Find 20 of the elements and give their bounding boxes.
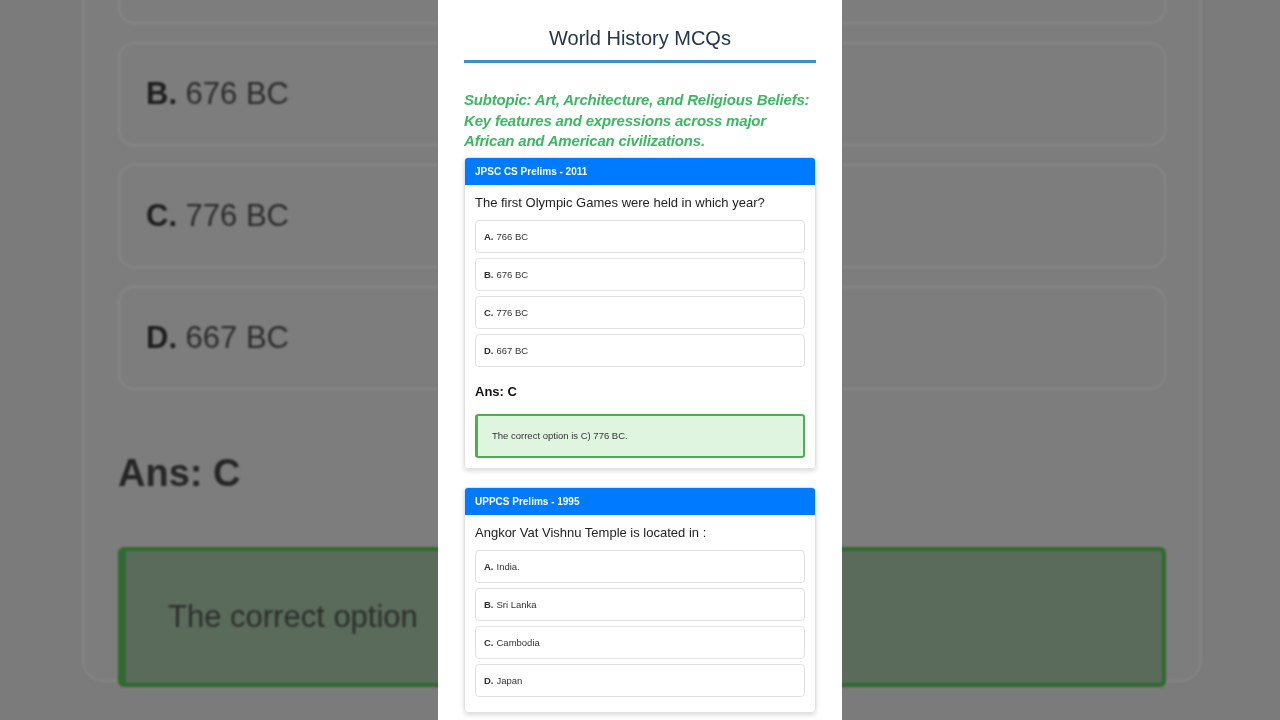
exam-source: JPSC CS Prelims - 2011	[475, 165, 588, 177]
option-item[interactable]: D. 667 BC	[475, 333, 805, 367]
option-text: C. 776 BC	[146, 198, 289, 234]
option-item[interactable]: C. Cambodia	[475, 625, 805, 659]
explanation-text: The correct option is C) 776 BC.	[492, 430, 628, 441]
page-title: World History MCQs	[464, 0, 816, 63]
option-text: B. 676 BC	[146, 76, 289, 112]
option-item[interactable]: B. Sri Lanka	[475, 587, 805, 621]
option-item[interactable]: A. India.	[475, 549, 805, 583]
option-item[interactable]: B. 676 BC	[475, 257, 805, 291]
subtopic-heading: Subtopic: Art, Architecture, and Religious Beliefs: Key features and expressions across major African and American civilizations.	[464, 90, 811, 151]
exam-source: UPPCS Prelims - 1995	[475, 495, 580, 507]
option-item[interactable]: C. 776 BC	[475, 295, 805, 329]
option-text: D. 667 BC	[146, 320, 289, 356]
question-text: The first Olympic Games were held in which year?	[475, 194, 766, 210]
answer-label: Ans: C	[475, 383, 517, 399]
option-item[interactable]: D. Japan	[475, 663, 805, 697]
answer-label: Ans: C	[118, 452, 241, 495]
question-text: Angkor Vat Vishnu Temple is located in :	[475, 524, 708, 540]
option-item[interactable]: A. 766 BC	[475, 219, 805, 253]
